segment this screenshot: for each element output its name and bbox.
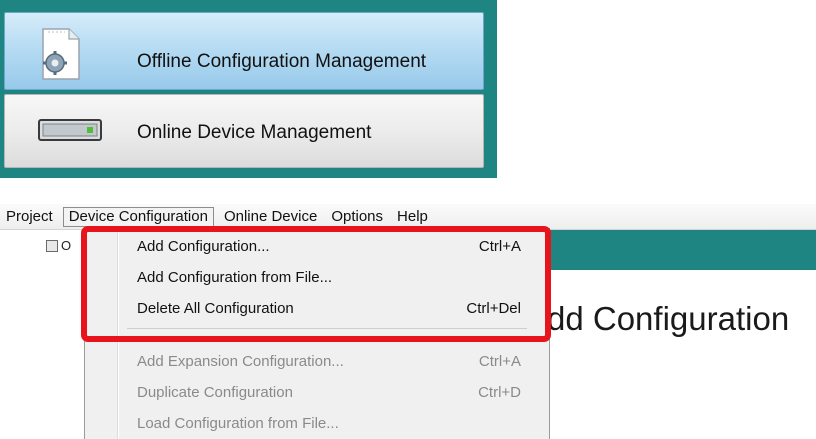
- navigation-panel: Offline Configuration Management Online …: [0, 0, 497, 178]
- menu-item-add-expansion-configuration[interactable]: Add Expansion Configuration... Ctrl+A: [85, 347, 549, 377]
- highlight-annotation-box: [81, 226, 551, 342]
- menu-item-label: Load Configuration from File...: [137, 415, 339, 432]
- menu-project[interactable]: Project: [2, 207, 57, 227]
- tree-item[interactable]: O: [46, 238, 71, 253]
- offline-configuration-management-button[interactable]: Offline Configuration Management: [4, 12, 484, 90]
- tree-node-icon: [46, 239, 58, 252]
- tree-item-label: O: [61, 238, 72, 253]
- add-configuration-heading: dd Configuration: [547, 300, 790, 337]
- menu-item-label: Duplicate Configuration: [137, 384, 293, 401]
- menu-item-label: Add Expansion Configuration...: [137, 353, 344, 370]
- menu-item-duplicate-configuration[interactable]: Duplicate Configuration Ctrl+D: [85, 378, 549, 408]
- menu-item-shortcut: Ctrl+D: [478, 384, 521, 401]
- offline-configuration-label: Offline Configuration Management: [137, 51, 427, 72]
- menu-online-device[interactable]: Online Device: [220, 207, 321, 227]
- online-device-management-button[interactable]: Online Device Management: [4, 94, 484, 168]
- online-device-label: Online Device Management: [137, 122, 372, 143]
- menu-help[interactable]: Help: [393, 207, 432, 227]
- tree-pane: O: [0, 230, 85, 439]
- menu-options[interactable]: Options: [327, 207, 387, 227]
- menu-device-configuration[interactable]: Device Configuration: [62, 206, 214, 227]
- device-hardware-icon: [37, 117, 103, 148]
- menu-item-shortcut: Ctrl+A: [478, 353, 521, 370]
- menu-item-load-configuration-from-file[interactable]: Load Configuration from File...: [85, 409, 549, 439]
- config-document-gear-icon: [39, 27, 83, 86]
